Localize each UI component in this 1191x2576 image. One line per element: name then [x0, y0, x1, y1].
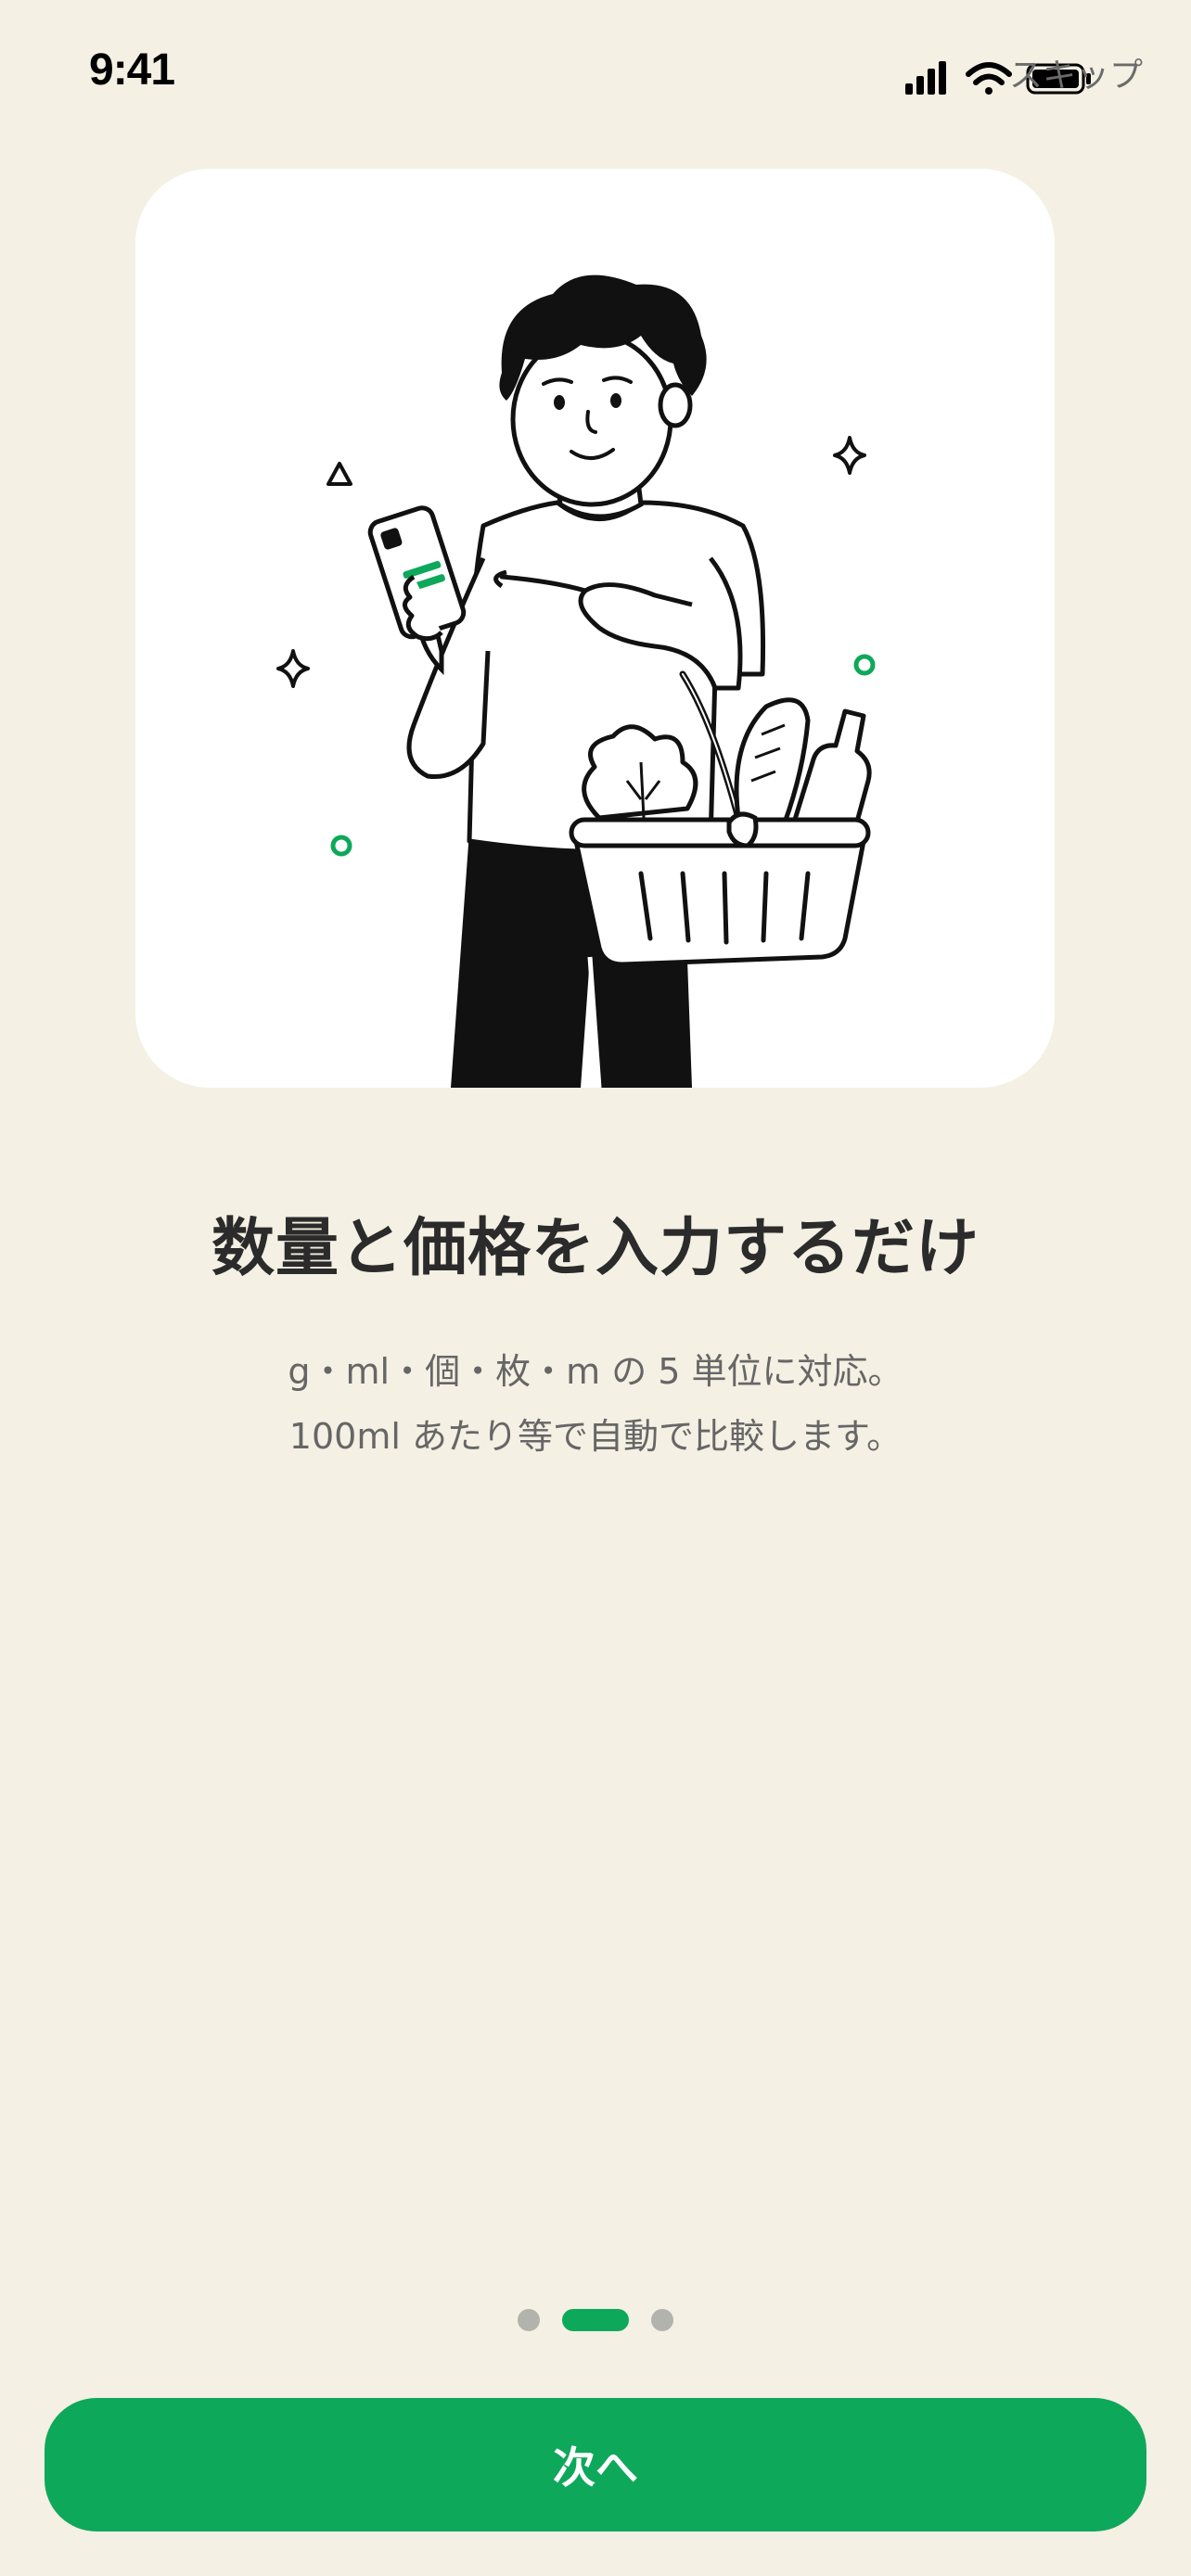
shopping-illustration [276, 274, 876, 1088]
basket-icon [573, 838, 866, 967]
status-time: 9:41 [89, 45, 175, 95]
wifi-icon [966, 62, 1012, 95]
page-dot-3[interactable] [651, 2309, 673, 2331]
hero-card [135, 169, 1055, 1088]
page-indicator [0, 2307, 1191, 2331]
cellular-signal-icon [905, 61, 946, 95]
description-line-2: 100ml あたり等で自動で比較します。 [288, 1416, 903, 1457]
description-line-1: g・ml・個・枚・m の 5 単位に対応。 [288, 1351, 903, 1392]
page-title: 数量と価格を入力するだけ [211, 1212, 980, 1285]
circle-decoration [853, 654, 876, 676]
status-bar: 9:41 スキップ [0, 0, 1191, 139]
circle-decoration [330, 835, 352, 857]
skip-button[interactable]: スキップ [1009, 48, 1143, 96]
sparkle-icon [276, 649, 310, 688]
sparkle-icon [833, 436, 866, 475]
lettuce-icon [582, 724, 698, 821]
triangle-decoration [327, 462, 352, 486]
page-dot-1[interactable] [518, 2309, 540, 2331]
page-dot-2-active[interactable] [562, 2309, 629, 2331]
next-button[interactable]: 次へ [45, 2398, 1146, 2531]
bread-icon [734, 697, 811, 825]
